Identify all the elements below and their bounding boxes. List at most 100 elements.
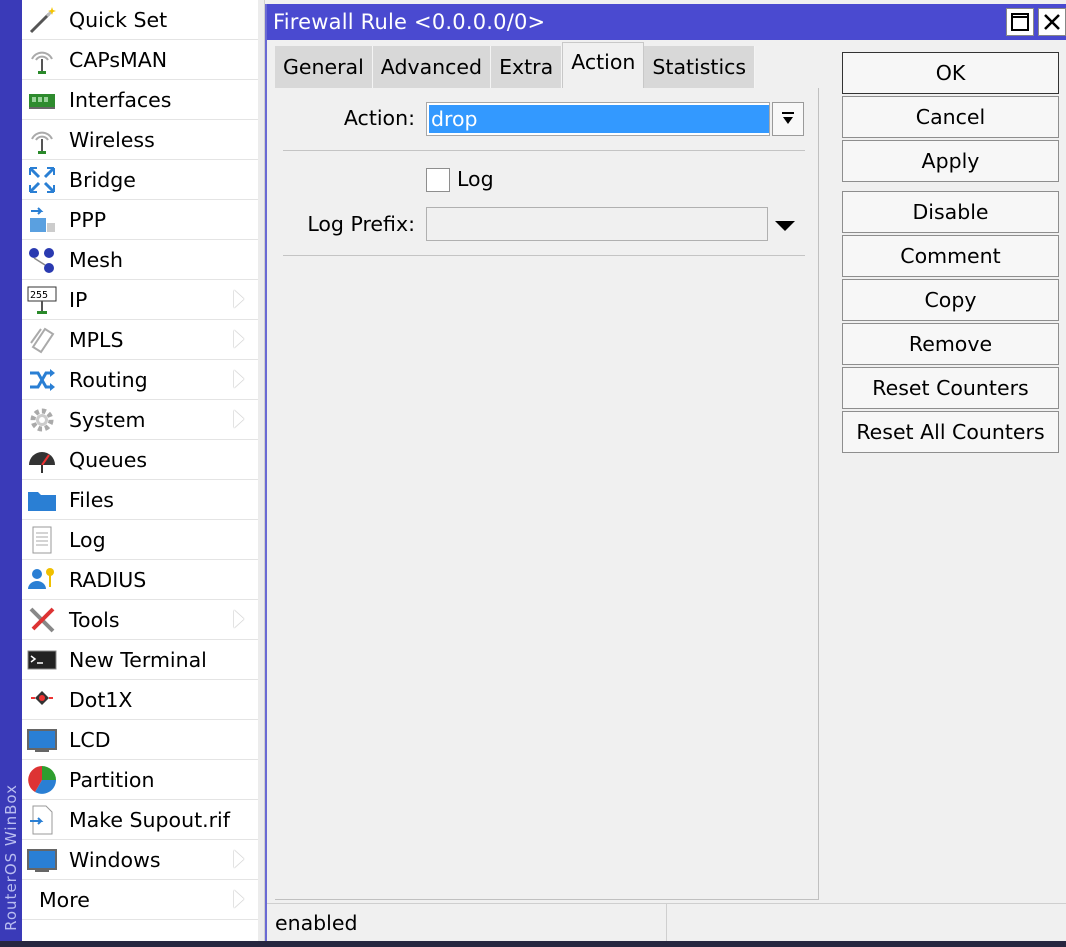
tab-bar: General Advanced Extra Action Statistics: [275, 42, 756, 88]
sidebar-item-quick-set[interactable]: Quick Set: [22, 0, 258, 40]
action-dropdown-button[interactable]: [772, 102, 804, 136]
sidebar-item-label: Queues: [69, 447, 148, 472]
sidebar-item-ip[interactable]: 255 IP: [22, 280, 258, 320]
apply-button[interactable]: Apply: [842, 140, 1059, 182]
wireless-antenna-icon: [24, 44, 60, 76]
sidebar-item-label: Wireless: [69, 127, 155, 152]
submenu-arrow-icon: [234, 410, 244, 428]
sidebar-item-dot1x[interactable]: Dot1X: [22, 680, 258, 720]
sidebar-item-label: Bridge: [69, 167, 136, 192]
sidebar-item-label: PPP: [69, 207, 107, 232]
sidebar-item-label: Mesh: [69, 247, 123, 272]
remove-button[interactable]: Remove: [842, 323, 1059, 365]
reset-counters-button[interactable]: Reset Counters: [842, 367, 1059, 409]
sidebar-item-label: Windows: [69, 847, 161, 872]
ok-button[interactable]: OK: [842, 52, 1059, 94]
taskbar-strip: [0, 941, 1066, 947]
cancel-button[interactable]: Cancel: [842, 96, 1059, 138]
maximize-icon: [1011, 13, 1029, 31]
tab-advanced[interactable]: Advanced: [372, 46, 492, 88]
sidebar-item-label: More: [39, 887, 90, 912]
bridge-icon: [24, 164, 60, 196]
sidebar-item-capsman[interactable]: CAPsMAN: [22, 40, 258, 80]
magic-wand-icon: [24, 4, 60, 36]
routing-icon: [24, 364, 60, 396]
sidebar-item-radius[interactable]: RADIUS: [22, 560, 258, 600]
tab-general[interactable]: General: [275, 46, 373, 88]
close-button[interactable]: [1038, 8, 1066, 36]
status-text: enabled: [269, 904, 667, 942]
reset-all-counters-button[interactable]: Reset All Counters: [842, 411, 1059, 453]
action-tab-panel: Action: drop Log Log Prefix:: [275, 88, 819, 900]
sidebar-item-mpls[interactable]: MPLS: [22, 320, 258, 360]
log-prefix-dropdown-icon[interactable]: [775, 221, 795, 231]
ip-icon: 255: [24, 284, 60, 316]
sidebar-item-mesh[interactable]: Mesh: [22, 240, 258, 280]
sidebar-item-ppp[interactable]: PPP: [22, 200, 258, 240]
tab-statistics[interactable]: Statistics: [644, 46, 756, 88]
network-card-icon: [24, 84, 60, 116]
sidebar-item-new-terminal[interactable]: New Terminal: [22, 640, 258, 680]
disable-button[interactable]: Disable: [842, 191, 1059, 233]
mesh-icon: [24, 244, 60, 276]
folder-icon: [24, 484, 60, 516]
close-icon: [1044, 14, 1060, 30]
log-checkbox[interactable]: [426, 168, 450, 192]
radius-user-key-icon: [24, 564, 60, 596]
submenu-arrow-icon: [234, 370, 244, 388]
sidebar-item-more[interactable]: More: [22, 880, 258, 920]
sidebar-item-wireless[interactable]: Wireless: [22, 120, 258, 160]
separator: [283, 255, 805, 256]
sidebar-item-interfaces[interactable]: Interfaces: [22, 80, 258, 120]
sidebar-item-label: Dot1X: [69, 687, 133, 712]
sidebar-item-label: CAPsMAN: [69, 47, 168, 72]
sidebar-item-label: Make Supout.rif: [69, 807, 230, 832]
wireless-antenna-icon: [24, 124, 60, 156]
mpls-tag-icon: [24, 324, 60, 356]
monitor-icon: [24, 844, 60, 876]
copy-button[interactable]: Copy: [842, 279, 1059, 321]
action-select[interactable]: drop: [426, 102, 770, 136]
comment-button[interactable]: Comment: [842, 235, 1059, 277]
sidebar-item-label: Files: [69, 487, 114, 512]
workspace-gap: [258, 0, 265, 941]
sidebar-item-routing[interactable]: Routing: [22, 360, 258, 400]
action-label: Action:: [343, 106, 415, 130]
sidebar-item-label: MPLS: [69, 327, 124, 352]
sidebar-item-windows[interactable]: Windows: [22, 840, 258, 880]
sidebar-item-queues[interactable]: Queues: [22, 440, 258, 480]
sidebar-item-log[interactable]: Log: [22, 520, 258, 560]
monitor-icon: [24, 724, 60, 756]
dropdown-arrow-icon: [782, 112, 794, 124]
sidebar-item-label: Log: [69, 527, 106, 552]
sidebar-item-label: LCD: [69, 727, 111, 752]
gear-icon: [24, 404, 60, 436]
log-prefix-input[interactable]: [426, 207, 768, 241]
maximize-button[interactable]: [1006, 8, 1034, 36]
sidebar-item-files[interactable]: Files: [22, 480, 258, 520]
sidebar-menu: Quick Set CAPsMAN Interfaces Wireless Br…: [22, 0, 258, 941]
sidebar-item-label: Quick Set: [69, 7, 168, 32]
sidebar-item-system[interactable]: System: [22, 400, 258, 440]
window-titlebar[interactable]: Firewall Rule <0.0.0.0/0>: [267, 4, 1066, 40]
dot1x-icon: [24, 684, 60, 716]
window-title: Firewall Rule <0.0.0.0/0>: [273, 10, 546, 34]
tab-extra[interactable]: Extra: [491, 46, 563, 88]
sidebar-item-make-supout[interactable]: Make Supout.rif: [22, 800, 258, 840]
log-checkbox-label: Log: [457, 167, 494, 191]
supout-file-icon: [24, 804, 60, 836]
log-prefix-label: Log Prefix:: [307, 212, 415, 236]
sidebar-item-label: Interfaces: [69, 87, 172, 112]
sidebar-item-partition[interactable]: Partition: [22, 760, 258, 800]
sidebar-item-label: Tools: [69, 607, 120, 632]
sidebar-item-tools[interactable]: Tools: [22, 600, 258, 640]
sidebar-item-lcd[interactable]: LCD: [22, 720, 258, 760]
sidebar-item-label: Routing: [69, 367, 148, 392]
separator: [283, 150, 805, 151]
submenu-arrow-icon: [234, 850, 244, 868]
submenu-arrow-icon: [234, 330, 244, 348]
sidebar-item-bridge[interactable]: Bridge: [22, 160, 258, 200]
submenu-arrow-icon: [234, 290, 244, 308]
firewall-rule-window: Firewall Rule <0.0.0.0/0> General Advanc…: [265, 4, 1066, 942]
tab-action[interactable]: Action: [562, 42, 645, 88]
